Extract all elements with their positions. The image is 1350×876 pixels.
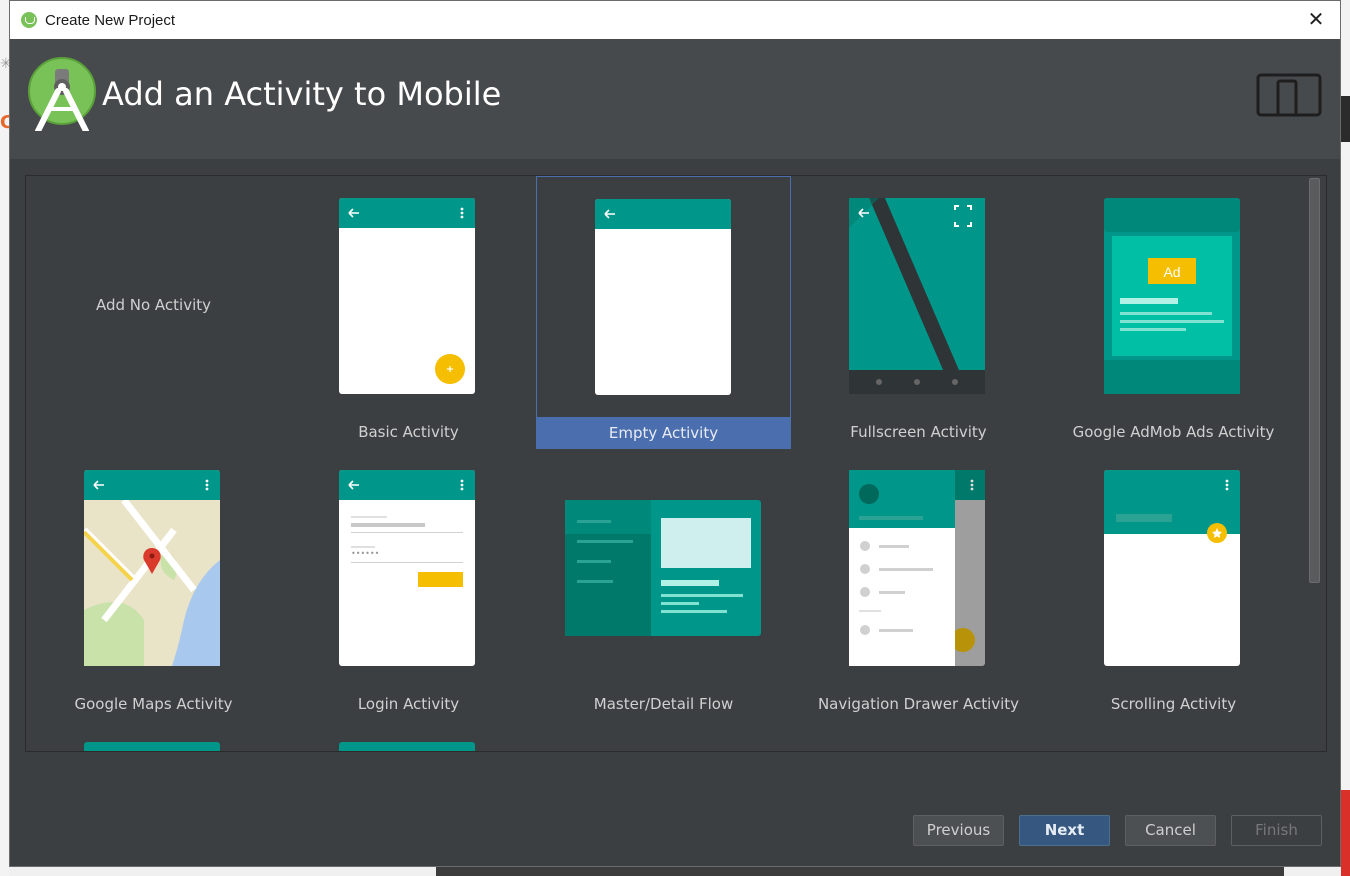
background-block xyxy=(1341,790,1350,876)
tile-scrolling-activity[interactable]: Scrolling Activity xyxy=(1046,448,1301,719)
login-activity-preview: •••••• xyxy=(339,470,475,666)
tile-admob-activity[interactable]: Ad Google AdMob Ads Activity xyxy=(1046,176,1301,447)
android-studio-icon xyxy=(21,12,37,28)
background-app-bottom-strip xyxy=(9,867,1341,876)
nav-drawer-preview xyxy=(849,470,985,666)
scrollbar-thumb[interactable] xyxy=(1309,178,1320,583)
tile-label: Scrolling Activity xyxy=(1110,695,1237,713)
fullscreen-activity-preview xyxy=(849,198,985,394)
finish-button: Finish xyxy=(1231,815,1322,846)
tile-label: Google Maps Activity xyxy=(74,695,233,713)
wizard-buttons: Previous Next Cancel Finish xyxy=(913,815,1322,846)
tile-empty-activity[interactable]: Empty Activity xyxy=(536,176,791,449)
master-detail-preview xyxy=(565,500,761,636)
tile-google-maps-activity[interactable]: Google Maps Activity xyxy=(26,448,281,719)
admob-activity-preview: Ad xyxy=(1104,198,1240,394)
empty-activity-preview xyxy=(595,199,731,395)
tile-label: Add No Activity xyxy=(95,296,212,314)
tile-label: Fullscreen Activity xyxy=(850,423,987,441)
scrolling-activity-preview xyxy=(1104,470,1240,666)
tile-fullscreen-activity[interactable]: Fullscreen Activity xyxy=(791,176,1046,447)
tile-label: Google AdMob Ads Activity xyxy=(1072,423,1275,441)
background-app-left-strip: ✳ C xyxy=(0,0,13,876)
tile-add-no-activity[interactable]: Add No Activity xyxy=(26,176,281,447)
tile-label: Login Activity xyxy=(357,695,460,713)
maps-activity-preview xyxy=(84,470,220,666)
activity-gallery: Add No Activity Basic Activity Empty Act… xyxy=(25,175,1327,752)
background-app-right-strip xyxy=(1341,0,1350,876)
tile-label: Basic Activity xyxy=(358,423,459,441)
window-title: Create New Project xyxy=(45,11,176,29)
partial-tile-preview[interactable] xyxy=(339,742,475,751)
create-project-dialog: Create New Project ✕ Add an Activity to … xyxy=(9,0,1341,867)
page-title: Add an Activity to Mobile xyxy=(102,75,502,113)
phone-tablet-icon xyxy=(1256,73,1322,117)
android-studio-logo-icon xyxy=(28,57,96,131)
tile-basic-activity[interactable]: Basic Activity xyxy=(281,176,536,447)
admob-badge-text: Ad xyxy=(1163,264,1180,280)
previous-button[interactable]: Previous xyxy=(913,815,1004,846)
title-bar: Create New Project ✕ xyxy=(10,1,1340,39)
tile-label: Master/Detail Flow xyxy=(593,695,734,713)
wizard-header: Add an Activity to Mobile xyxy=(10,39,1340,159)
password-mask: •••••• xyxy=(351,549,379,558)
partial-tile-preview[interactable] xyxy=(84,742,220,751)
basic-activity-preview xyxy=(339,198,475,394)
gallery-scrollbar[interactable] xyxy=(1309,178,1322,750)
tile-label: Navigation Drawer Activity xyxy=(817,695,1020,713)
tile-master-detail-flow[interactable]: Master/Detail Flow xyxy=(536,448,791,719)
tile-label: Empty Activity xyxy=(536,417,791,449)
cancel-button[interactable]: Cancel xyxy=(1125,815,1216,846)
tile-login-activity[interactable]: •••••• Login Activity xyxy=(281,448,536,719)
close-icon[interactable]: ✕ xyxy=(1304,7,1328,31)
background-block xyxy=(436,867,1284,876)
next-button[interactable]: Next xyxy=(1019,815,1110,846)
tile-navigation-drawer-activity[interactable]: Navigation Drawer Activity xyxy=(791,448,1046,719)
background-block xyxy=(1341,96,1350,142)
